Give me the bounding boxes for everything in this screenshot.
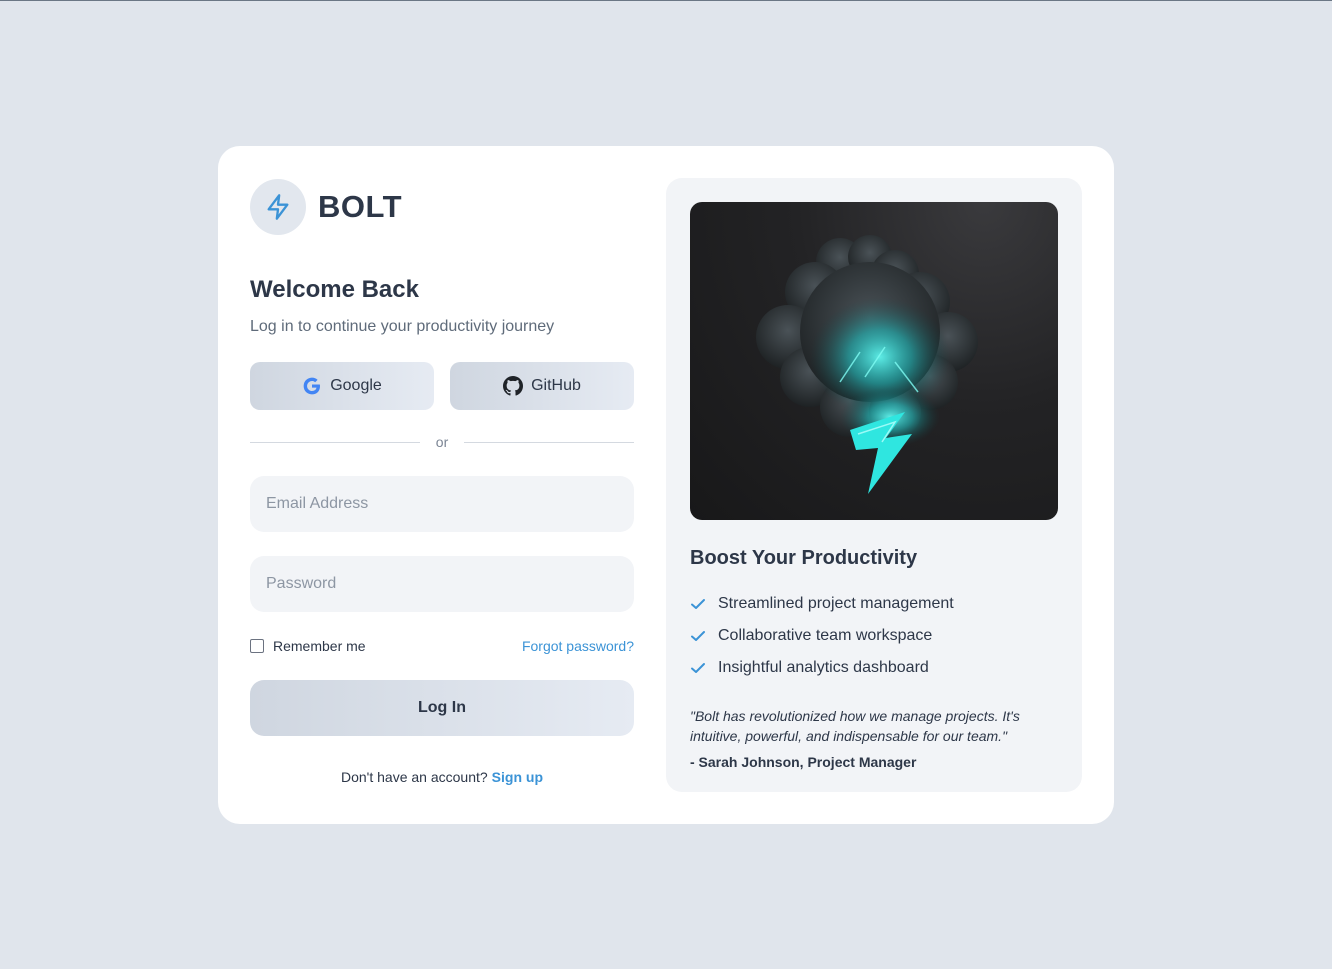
hero-image: [690, 202, 1058, 520]
remember-me-label: Remember me: [273, 638, 366, 654]
login-button[interactable]: Log In: [250, 680, 634, 736]
lightning-icon: [267, 194, 289, 220]
remember-me-checkbox[interactable]: [250, 639, 264, 653]
email-input[interactable]: [250, 476, 634, 532]
feature-item: Streamlined project management: [690, 588, 1058, 620]
testimonial-quote: "Bolt has revolutionized how we manage p…: [690, 708, 1020, 744]
brand-logo: [250, 179, 306, 235]
feature-label: Collaborative team workspace: [718, 627, 933, 644]
page-subtitle: Log in to continue your productivity jou…: [250, 318, 555, 335]
feature-label: Insightful analytics dashboard: [718, 659, 929, 676]
feature-label: Streamlined project management: [718, 595, 954, 612]
check-icon: [690, 596, 710, 612]
brand-header: BOLT: [250, 178, 634, 236]
signup-link[interactable]: Sign up: [492, 769, 543, 785]
or-divider: or: [250, 432, 635, 452]
google-login-button[interactable]: Google: [250, 362, 434, 410]
storm-cloud-lightning-image: [756, 235, 978, 494]
signup-prompt: Don't have an account? Sign up: [250, 769, 634, 785]
github-icon: [503, 376, 524, 396]
testimonial-author: - Sarah Johnson, Project Manager: [690, 754, 917, 770]
login-options: Remember me Forgot password?: [250, 636, 634, 656]
google-label: Google: [330, 377, 382, 394]
login-panel: BOLT Welcome Back Log in to continue you…: [250, 178, 635, 785]
forgot-password-link[interactable]: Forgot password?: [522, 638, 634, 654]
feature-list: Streamlined project management Collabora…: [690, 588, 1058, 684]
feature-item: Insightful analytics dashboard: [690, 652, 1058, 684]
divider-text: or: [435, 434, 449, 450]
check-icon: [690, 660, 710, 676]
brand-name: BOLT: [318, 189, 403, 224]
feature-item: Collaborative team workspace: [690, 620, 1058, 652]
promo-panel: Boost Your Productivity Streamlined proj…: [666, 178, 1082, 792]
remember-me[interactable]: Remember me: [250, 638, 366, 654]
password-input[interactable]: [250, 556, 634, 612]
social-login-group: Google GitHub: [250, 362, 634, 410]
google-icon: [303, 377, 321, 395]
promo-heading: Boost Your Productivity: [690, 547, 918, 569]
github-login-button[interactable]: GitHub: [450, 362, 634, 410]
github-label: GitHub: [531, 377, 581, 394]
divider-line: [464, 441, 635, 443]
signup-prompt-text: Don't have an account?: [341, 769, 488, 785]
check-icon: [690, 628, 710, 644]
login-card: BOLT Welcome Back Log in to continue you…: [218, 146, 1114, 824]
page-title: Welcome Back: [250, 276, 419, 303]
divider-line: [250, 441, 420, 443]
